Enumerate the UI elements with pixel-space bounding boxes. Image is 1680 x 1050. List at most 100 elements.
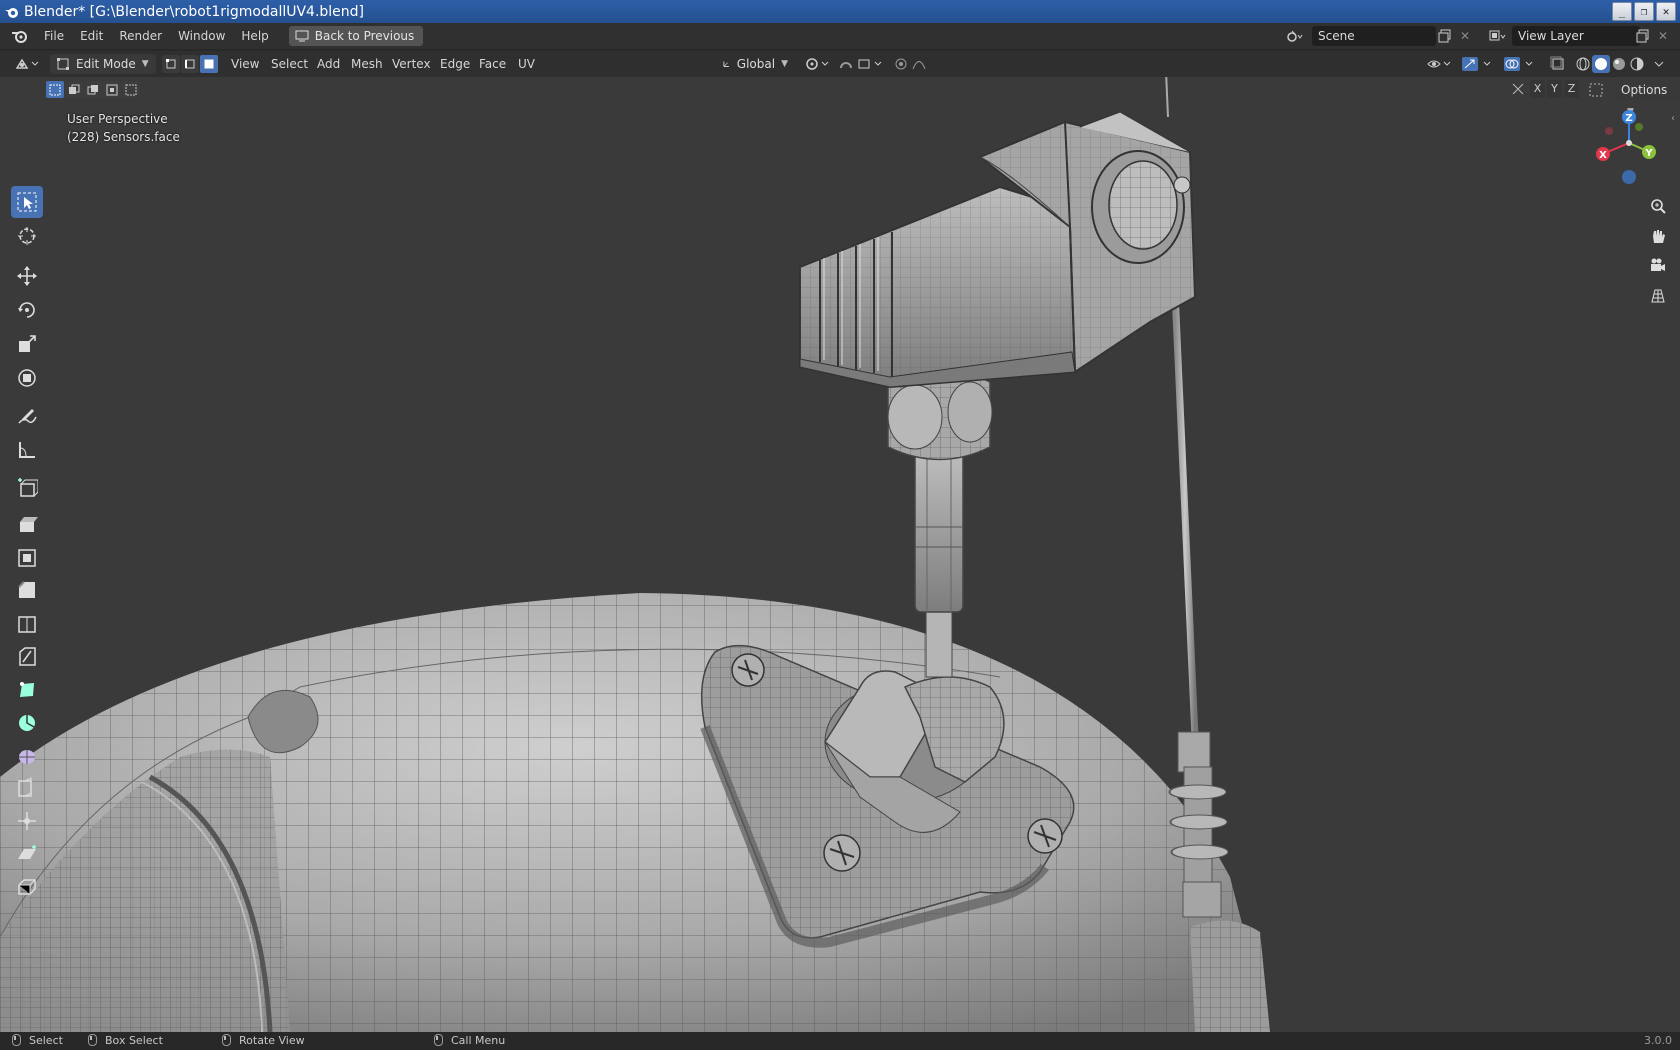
menu-file[interactable]: File bbox=[36, 23, 72, 49]
cursor-tool[interactable] bbox=[11, 220, 43, 252]
menu-face[interactable]: Face bbox=[479, 51, 506, 77]
menu-mesh[interactable]: Mesh bbox=[351, 51, 383, 77]
smooth-tool[interactable] bbox=[11, 740, 43, 772]
select-subtract-button[interactable] bbox=[84, 81, 102, 98]
bevel-tool[interactable] bbox=[11, 574, 43, 606]
camera-view-icon[interactable] bbox=[1644, 252, 1672, 280]
select-invert-button[interactable] bbox=[103, 81, 121, 98]
proportional-edit-icon[interactable] bbox=[892, 55, 942, 73]
window-title: Blender* [G:\Blender\robot1rigmodallUV4.… bbox=[24, 3, 365, 20]
select-box-tool[interactable] bbox=[11, 186, 43, 218]
perspective-grid-icon[interactable] bbox=[1644, 282, 1672, 310]
shading-options-icon[interactable] bbox=[1650, 55, 1668, 73]
select-intersect-button[interactable] bbox=[122, 81, 140, 98]
view-layer-field[interactable]: View Layer bbox=[1512, 26, 1640, 46]
mode-dropdown[interactable]: Edit Mode ▼ bbox=[50, 54, 156, 74]
sidebar-toggle-icon[interactable]: ‹ bbox=[1671, 113, 1675, 124]
face-select-button[interactable] bbox=[200, 55, 218, 73]
restore-button[interactable]: ❐ bbox=[1634, 2, 1654, 21]
overlays-toggle-icon[interactable] bbox=[1500, 55, 1540, 73]
pan-hand-icon[interactable] bbox=[1644, 222, 1672, 250]
back-to-previous-label: Back to Previous bbox=[314, 29, 415, 43]
menu-window[interactable]: Window bbox=[170, 23, 233, 49]
select-extend-button[interactable] bbox=[65, 81, 83, 98]
selection-mode-toggles bbox=[46, 81, 140, 98]
spin-tool[interactable] bbox=[11, 707, 43, 739]
blender-menu-icon[interactable] bbox=[10, 28, 30, 44]
gizmo-toggle-icon[interactable] bbox=[1458, 55, 1498, 73]
options-label: Options bbox=[1621, 83, 1668, 97]
status-bar: Select Box Select Rotate View Call Menu … bbox=[0, 1032, 1680, 1050]
pivot-point-icon[interactable] bbox=[802, 55, 832, 73]
solid-shading-icon[interactable] bbox=[1592, 55, 1610, 73]
poly-build-tool[interactable] bbox=[11, 674, 43, 706]
editor-type-icon[interactable] bbox=[12, 55, 42, 73]
mirror-axis-toggles: X Y Z bbox=[1530, 80, 1579, 98]
rendered-shading-icon[interactable] bbox=[1628, 55, 1646, 73]
knife-tool[interactable] bbox=[11, 641, 43, 673]
screen-icon bbox=[295, 30, 309, 42]
shrink-fatten-tool[interactable] bbox=[11, 805, 43, 837]
mirror-y-toggle[interactable]: Y bbox=[1547, 80, 1562, 98]
navigation-gizmo[interactable]: Z X Y bbox=[1585, 107, 1665, 187]
select-new-button[interactable] bbox=[46, 81, 64, 98]
zoom-icon[interactable] bbox=[1644, 192, 1672, 220]
menu-uv[interactable]: UV bbox=[518, 51, 535, 77]
wireframe-shading-icon[interactable] bbox=[1574, 55, 1592, 73]
mirror-icon[interactable] bbox=[1510, 81, 1526, 97]
material-shading-icon[interactable] bbox=[1610, 55, 1628, 73]
back-to-previous-button[interactable]: Back to Previous bbox=[288, 26, 424, 46]
visibility-icon[interactable] bbox=[1424, 55, 1454, 73]
delete-scene-icon[interactable]: ✕ bbox=[1454, 26, 1476, 46]
mouse-right-icon bbox=[434, 1034, 443, 1046]
extrude-region-tool[interactable] bbox=[11, 508, 43, 540]
robot-dome-mesh bbox=[0, 593, 1270, 1032]
move-tool[interactable] bbox=[11, 260, 43, 292]
vertex-select-button[interactable] bbox=[162, 55, 180, 73]
scene-field[interactable]: Scene bbox=[1312, 26, 1436, 46]
mouse-middle-icon bbox=[222, 1034, 231, 1046]
new-view-layer-icon[interactable] bbox=[1632, 26, 1654, 46]
gizmo-x-label: X bbox=[1599, 150, 1607, 161]
menu-select[interactable]: Select bbox=[271, 51, 308, 77]
loop-cut-tool[interactable] bbox=[11, 608, 43, 640]
rip-region-tool[interactable] bbox=[11, 871, 43, 903]
rotate-tool[interactable] bbox=[11, 294, 43, 326]
inset-faces-tool[interactable] bbox=[11, 542, 43, 574]
delete-view-layer-icon[interactable]: ✕ bbox=[1652, 26, 1674, 46]
view-layer-browse-icon[interactable] bbox=[1486, 26, 1508, 46]
mirror-x-toggle[interactable]: X bbox=[1530, 80, 1545, 98]
gizmo-neg-z-axis[interactable] bbox=[1622, 170, 1636, 184]
mouse-drag-icon bbox=[88, 1034, 97, 1046]
mirror-z-toggle[interactable]: Z bbox=[1564, 80, 1579, 98]
transform-tool[interactable] bbox=[11, 362, 43, 394]
scale-tool[interactable] bbox=[11, 328, 43, 360]
annotate-tool[interactable] bbox=[11, 400, 43, 432]
close-button[interactable]: ✕ bbox=[1656, 2, 1676, 21]
new-scene-icon[interactable] bbox=[1434, 26, 1456, 46]
view-layer-name: View Layer bbox=[1518, 29, 1584, 43]
transform-orientation-dropdown[interactable]: Global ▼ bbox=[716, 54, 794, 74]
edge-slide-tool[interactable] bbox=[11, 772, 43, 804]
menu-render[interactable]: Render bbox=[111, 23, 170, 49]
3d-viewport[interactable]: User Perspective (228) Sensors.face X Y … bbox=[0, 77, 1680, 1032]
blender-window: Blender* [G:\Blender\robot1rigmodallUV4.… bbox=[0, 0, 1680, 1050]
snap-icon[interactable] bbox=[836, 55, 886, 73]
add-cube-tool[interactable] bbox=[11, 472, 43, 504]
menu-edit[interactable]: Edit bbox=[72, 23, 111, 49]
xray-toggle-icon[interactable] bbox=[1548, 55, 1568, 73]
measure-tool[interactable] bbox=[11, 434, 43, 466]
menu-help[interactable]: Help bbox=[233, 23, 276, 49]
shear-tool[interactable] bbox=[11, 838, 43, 870]
menu-edge[interactable]: Edge bbox=[440, 51, 470, 77]
mode-label: Edit Mode bbox=[76, 57, 136, 71]
scene-browse-icon[interactable] bbox=[1284, 26, 1306, 46]
menu-vertex[interactable]: Vertex bbox=[392, 51, 431, 77]
options-dropdown[interactable]: Options ▼ bbox=[1614, 80, 1680, 117]
menu-view[interactable]: View bbox=[231, 51, 259, 77]
auto-merge-icon[interactable] bbox=[1588, 82, 1604, 98]
antenna-base-mesh bbox=[1190, 920, 1270, 1032]
menu-add[interactable]: Add bbox=[317, 51, 340, 77]
minimize-button[interactable]: _ bbox=[1612, 2, 1632, 21]
edge-select-button[interactable] bbox=[181, 55, 199, 73]
